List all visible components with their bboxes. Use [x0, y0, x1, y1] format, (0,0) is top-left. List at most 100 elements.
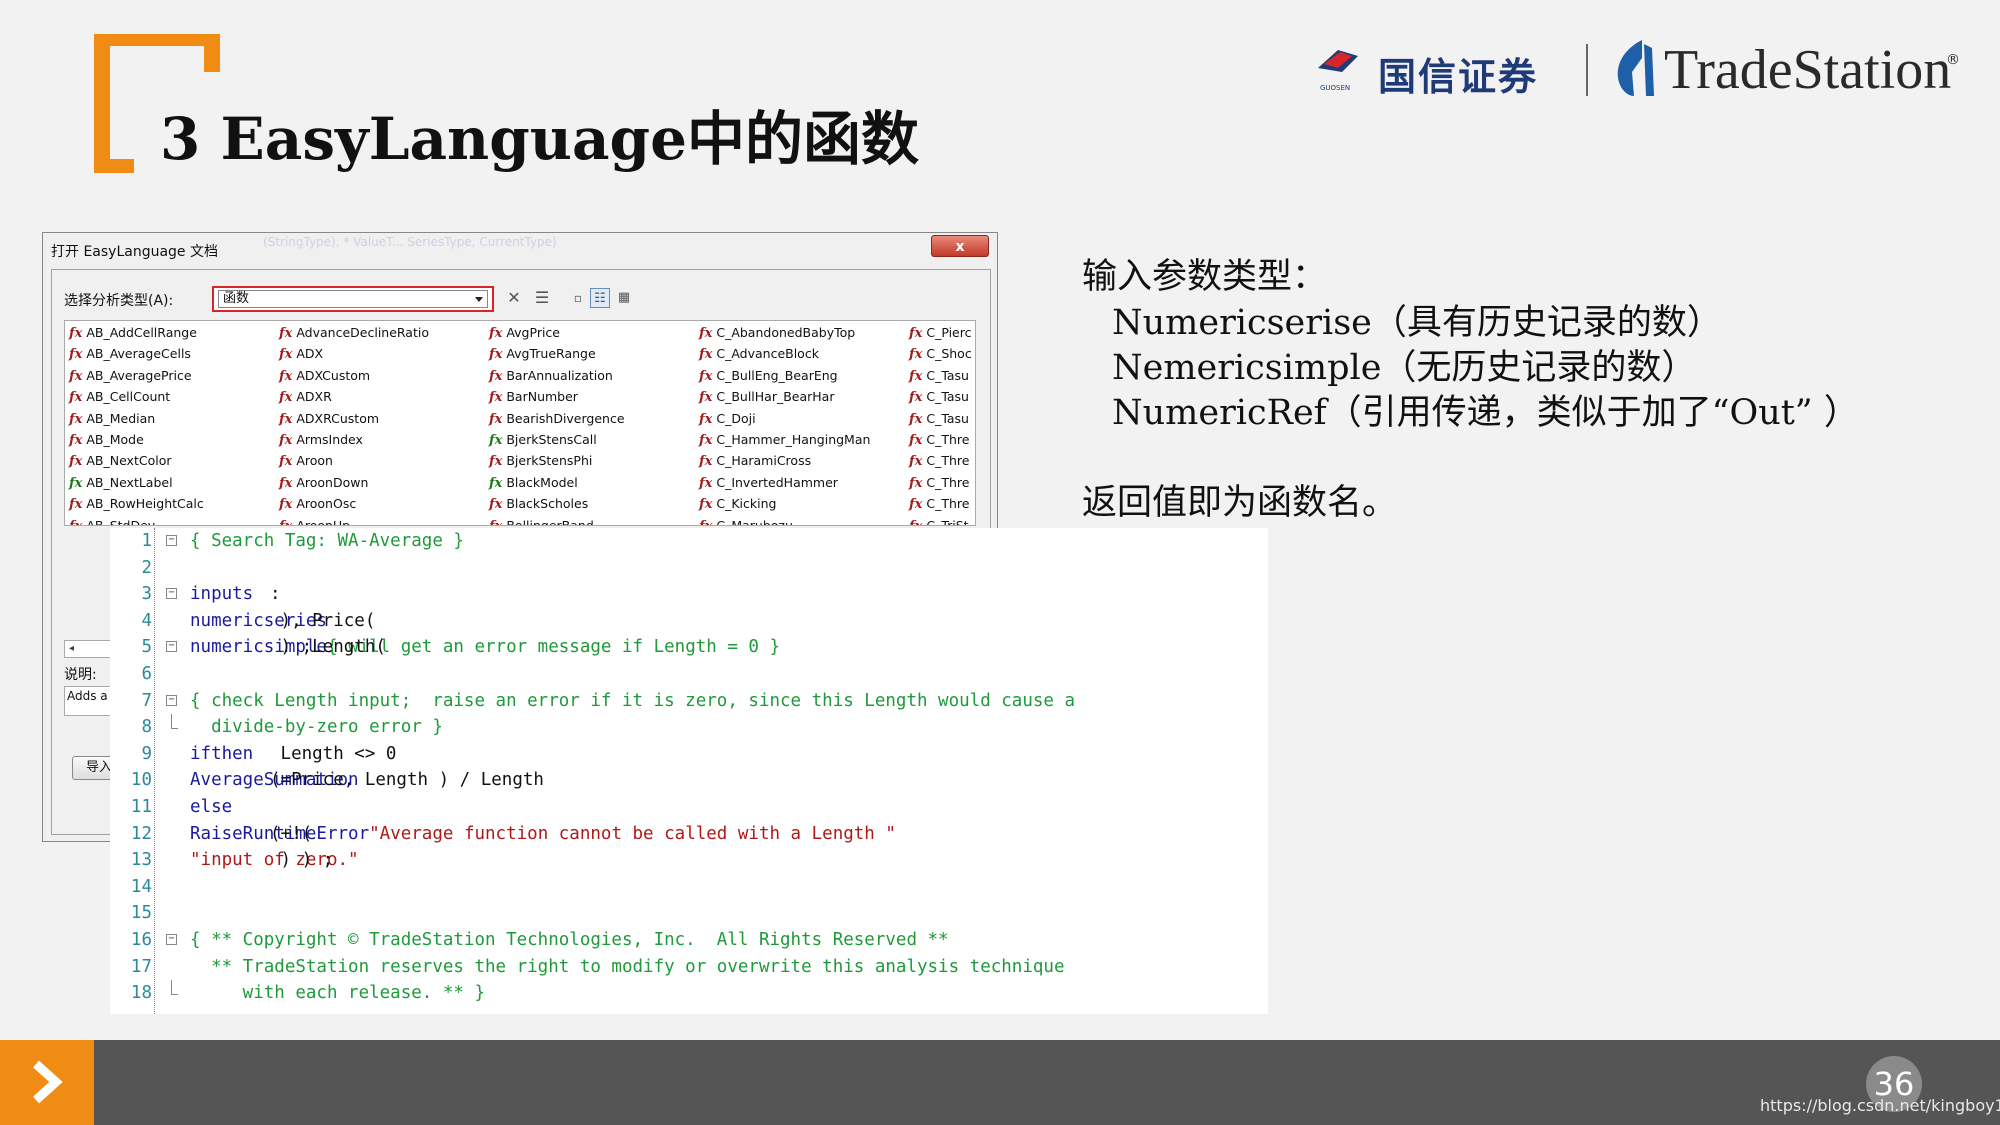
fold-toggle-icon[interactable]: − [166, 535, 177, 546]
sort-icon[interactable]: ☰ [532, 288, 552, 308]
function-list-item[interactable]: fx AB_CellCount [69, 387, 170, 407]
dialog-background-text: (StringType), * ValueT... SeriesType, Cu… [263, 235, 557, 249]
function-name: C_Doji [716, 410, 756, 426]
function-list-item[interactable]: fx AB_AddCellRange [69, 323, 197, 343]
code-token: { check Length input; raise an error if … [190, 690, 1076, 711]
function-name: C_Thre [926, 496, 970, 512]
function-icon: fx [69, 347, 83, 363]
function-name: C_Tasu [926, 389, 969, 405]
function-list-item[interactable]: fx BlackScholes [489, 494, 588, 514]
function-icon: fx [69, 433, 83, 448]
function-list-item[interactable]: fx C_HaramiCross [699, 451, 811, 471]
function-icon: fx [909, 390, 923, 406]
function-list-item[interactable]: fx BarNumber [489, 387, 578, 407]
code-text: Average = Summation( Price, Length ) / L… [190, 767, 544, 794]
function-list-item[interactable]: fx BearishDivergence [489, 409, 625, 429]
function-name: AB_NextColor [86, 453, 172, 469]
function-list-item[interactable]: fx C_InvertedHammer [699, 473, 838, 493]
function-list-item[interactable]: fx C_Thre [909, 494, 969, 514]
function-list-item[interactable]: fx BlackModel [489, 473, 578, 493]
function-list-item[interactable]: fx AB_AverageCells [69, 344, 191, 364]
fold-toggle-icon[interactable]: − [166, 588, 177, 600]
function-list-item[interactable]: fx C_Hammer_HangingMan [699, 430, 870, 450]
function-icon: fx [699, 368, 713, 384]
function-icon: fx [699, 326, 713, 341]
function-name: BjerkStensCall [506, 432, 597, 447]
function-list-item[interactable]: fx AvgTrueRange [489, 344, 596, 364]
function-list-item[interactable]: fx C_Shoc [909, 344, 972, 364]
function-icon: fx [69, 326, 83, 341]
function-list-item[interactable]: fx AB_NextColor [69, 451, 171, 471]
function-list-item[interactable]: fx AvgPrice [489, 323, 560, 343]
analysis-type-label: 选择分析类型(A): [64, 293, 174, 309]
function-name: AB_AverageCells [86, 346, 191, 362]
function-list-item[interactable]: fx BarAnnualization [489, 366, 613, 386]
function-icon: fx [699, 433, 713, 448]
list-view-icon[interactable]: ☷ [590, 288, 610, 308]
function-list-item[interactable]: fx AB_StdDev [69, 516, 155, 525]
function-list-item[interactable]: fx BjerkStensCall [489, 430, 597, 450]
function-list-item[interactable]: fx C_Thre [909, 430, 969, 450]
function-list-item[interactable]: fx ArmsIndex [279, 430, 363, 450]
function-name: BollingerBand [506, 517, 594, 526]
analysis-type-select[interactable]: 函数 [212, 286, 494, 312]
fold-toggle-icon[interactable]: − [166, 641, 177, 653]
function-list-item[interactable]: fx BollingerBand [489, 516, 594, 526]
code-token: Length <> 0 [270, 743, 407, 764]
function-list-item[interactable]: fx C_Tasu [909, 409, 969, 429]
function-icon: fx [279, 475, 293, 491]
function-list-item[interactable]: fx C_AbandonedBabyTop [699, 323, 855, 343]
function-list-item[interactable]: fx C_TriSt [909, 516, 969, 525]
function-list-item[interactable]: fx C_Doji [699, 409, 756, 429]
fold-toggle-icon[interactable]: − [166, 934, 177, 945]
close-button[interactable]: x [931, 235, 989, 257]
slide-title: 3 EasyLanguage中的函数 [160, 105, 919, 173]
function-list-item[interactable]: fx ADXCustom [279, 366, 370, 386]
tradestation-logo-icon [1617, 40, 1654, 96]
function-list-item[interactable]: fx C_Pierc [909, 323, 972, 343]
function-list-item[interactable]: fx AroonOsc [279, 494, 356, 514]
function-list-item[interactable]: fx AB_Median [69, 409, 155, 429]
function-list-item[interactable]: fx AB_NextLabel [69, 473, 173, 493]
small-icons-view-icon[interactable]: ▫ [568, 288, 588, 308]
function-list-item[interactable]: fx BjerkStensPhi [489, 451, 592, 471]
function-icon: fx [279, 433, 293, 448]
function-list-item[interactable]: fx ADX [279, 344, 323, 364]
function-list-item[interactable]: fx C_Thre [909, 451, 969, 471]
delete-icon[interactable]: ✕ [504, 288, 524, 308]
function-list-item[interactable]: fx C_BullHar_BearHar [699, 387, 834, 407]
code-line: 9 if Length <> 0 then [110, 741, 1268, 768]
code-text: "input of zero." ) ) ; [190, 847, 359, 874]
function-name: C_Tasu [926, 367, 969, 383]
code-token: ) ) ; [270, 850, 334, 871]
function-icon: fx [699, 347, 713, 363]
line-number: 10 [130, 770, 152, 791]
function-icon: fx [909, 411, 923, 427]
function-list-item[interactable]: fx ADXRCustom [279, 409, 379, 429]
function-list-item[interactable]: fx AroonDown [279, 473, 368, 493]
function-list-item[interactable]: fx C_Tasu [909, 366, 969, 386]
function-list-item[interactable]: fx C_Thre [909, 473, 969, 493]
function-list-item[interactable]: fx C_Tasu [909, 387, 969, 407]
function-icon: fx [699, 454, 713, 470]
function-list-item[interactable]: fx AdvanceDeclineRatio [279, 323, 429, 343]
function-list-item[interactable]: fx C_Kicking [699, 494, 776, 514]
function-list-item[interactable]: fx C_Marubozu [699, 516, 793, 525]
function-name: C_BullHar_BearHar [716, 389, 835, 405]
function-icon: fx [69, 454, 83, 470]
code-line: 11 else [110, 794, 1268, 821]
function-list-item[interactable]: fx AB_RowHeightCalc [69, 494, 204, 514]
details-view-icon[interactable]: ▦ [614, 288, 634, 308]
function-name: ADX [296, 346, 324, 362]
fold-toggle-icon[interactable]: − [166, 694, 177, 706]
function-list-item[interactable]: fx ADXR [279, 387, 332, 407]
function-list-item[interactable]: fx AroonUp [279, 516, 350, 525]
function-list-item[interactable]: fx AB_AveragePrice [69, 366, 192, 386]
return-value-note: 返回值即为函数名。 [1082, 483, 1398, 523]
code-editor[interactable]: 1−{ Search Tag: WA-Average } 2 3− inputs:4 … [110, 528, 1268, 1014]
function-name: BlackScholes [506, 496, 589, 512]
function-list-item[interactable]: fx C_BullEng_BearEng [699, 366, 838, 386]
function-list-item[interactable]: fx AB_Mode [69, 430, 144, 450]
function-list-item[interactable]: fx Aroon [279, 451, 333, 471]
function-list-item[interactable]: fx C_AdvanceBlock [699, 344, 819, 364]
